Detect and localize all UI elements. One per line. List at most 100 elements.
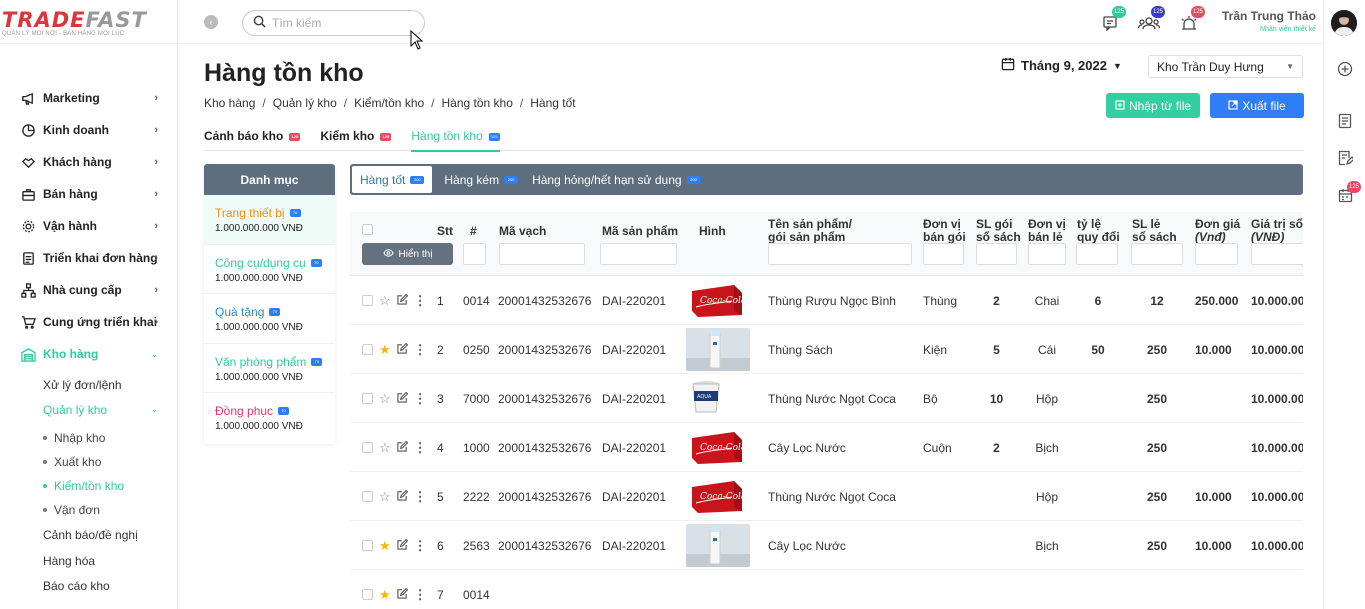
user-name: Trần Trung Thảo (1221, 9, 1316, 23)
sidebar-item-kinh-doanh[interactable]: Kinh doanh › (0, 114, 178, 146)
star-icon[interactable]: ★ (379, 538, 391, 554)
submenu-canh-bao[interactable]: Cảnh báo/đề nghị (0, 522, 178, 548)
star-icon[interactable]: ☆ (379, 489, 391, 505)
more-options-icon[interactable]: ⋮ (414, 293, 427, 309)
chevron-down-icon: ⌄ (151, 405, 158, 414)
category-item[interactable]: Đồng phục 70 1.000.000.000 VNĐ (204, 393, 335, 443)
filter-don-gia[interactable] (1195, 243, 1238, 265)
submenu-nhap-kho[interactable]: Nhập kho (0, 426, 178, 450)
tab-hang-ton-kho[interactable]: Hàng tồn kho 125 (411, 129, 501, 152)
breadcrumb-item[interactable]: Kiểm/tồn kho (354, 96, 424, 110)
sidebar-item-kho-hang[interactable]: Kho hàng ⌄ (0, 338, 178, 370)
star-icon[interactable]: ☆ (379, 440, 391, 456)
tab-hang-hong[interactable]: Hàng hỏng/hết hạn sử dụng 200 (530, 166, 712, 193)
warehouse-select[interactable]: Kho Trần Duy Hưng ▼ (1148, 55, 1303, 78)
submenu-xuat-kho[interactable]: Xuất kho (0, 450, 178, 474)
add-button[interactable] (1336, 61, 1354, 79)
sidebar-item-marketing[interactable]: Marketing › (0, 82, 178, 114)
filter-sl-goi[interactable] (976, 243, 1017, 265)
edit-icon[interactable] (397, 440, 408, 455)
submenu-van-don[interactable]: Vận đơn (0, 498, 178, 522)
row-checkbox[interactable] (362, 393, 373, 404)
submenu-hang-hoa[interactable]: Hàng hóa (0, 548, 178, 574)
more-options-icon[interactable]: ⋮ (414, 391, 427, 407)
table-row[interactable]: ★ ⋮ 7 0014 (350, 570, 1303, 609)
sidebar-item-cung-ung[interactable]: Cung ứng triển khai › (0, 306, 178, 338)
more-options-icon[interactable]: ⋮ (414, 538, 427, 554)
edit-icon[interactable] (397, 293, 408, 308)
users-button[interactable]: 125 (1137, 6, 1165, 34)
export-file-button[interactable]: Xuất file (1210, 93, 1304, 118)
sidebar-item-van-hanh[interactable]: Vận hành › (0, 210, 178, 242)
star-icon[interactable]: ★ (379, 342, 391, 358)
star-icon[interactable]: ☆ (379, 293, 391, 309)
filter-barcode[interactable] (499, 243, 585, 265)
filter-sl-le[interactable] (1131, 243, 1183, 265)
row-checkbox[interactable] (362, 442, 373, 453)
filter-code[interactable] (600, 243, 677, 265)
edit-notes-button[interactable] (1336, 150, 1355, 168)
category-item[interactable]: Quà tặng 70 1.000.000.000 VNĐ (204, 294, 335, 344)
row-checkbox[interactable] (362, 344, 373, 355)
breadcrumb-item[interactable]: Quản lý kho (273, 96, 337, 110)
show-columns-button[interactable]: Hiển thị (362, 243, 453, 265)
edit-icon[interactable] (397, 587, 408, 602)
category-item[interactable]: Công cụ/dụng cụ 70 1.000.000.000 VNĐ (204, 244, 335, 294)
filter-name[interactable] (768, 243, 912, 265)
more-options-icon[interactable]: ⋮ (414, 342, 427, 358)
row-checkbox[interactable] (362, 540, 373, 551)
more-options-icon[interactable]: ⋮ (414, 587, 427, 603)
collapse-sidebar-button[interactable]: ‹ (204, 15, 218, 29)
submenu-kiem-ton-kho[interactable]: Kiểm/tồn kho (0, 474, 178, 498)
row-checkbox[interactable] (362, 491, 373, 502)
breadcrumb-item[interactable]: Kho hàng (204, 96, 255, 110)
row-checkbox[interactable] (362, 295, 373, 306)
filter-ty-le[interactable] (1076, 243, 1118, 265)
calendar-button[interactable]: 125 (1336, 181, 1361, 206)
avatar[interactable] (1331, 10, 1357, 36)
table-row[interactable]: ☆ ⋮ 4 1000 20001432532676 DAI-220201 Cây Lọc N… (350, 423, 1303, 472)
table-row[interactable]: ☆ ⋮ 5 2222 20001432532676 DAI-220201 Thùng Nướ… (350, 472, 1303, 521)
sidebar-item-nha-cung-cap[interactable]: Nhà cung cấp › (0, 274, 178, 306)
tab-hang-kem[interactable]: Hàng kém 200 (432, 166, 530, 193)
filter-dv-goi[interactable] (923, 243, 964, 265)
more-options-icon[interactable]: ⋮ (414, 440, 427, 456)
tab-canh-bao-kho[interactable]: Cảnh báo kho 125 (204, 129, 301, 151)
import-file-button[interactable]: Nhập từ file (1106, 93, 1200, 118)
edit-icon[interactable] (397, 391, 408, 406)
filter-gia-tri[interactable] (1251, 243, 1303, 265)
user-info[interactable]: Trần Trung Thảo Nhân viên thiết kế (1222, 9, 1316, 33)
search-input[interactable] (272, 16, 412, 30)
tab-hang-tot[interactable]: Hàng tốt 200 (352, 166, 433, 193)
tab-kiem-kho[interactable]: Kiểm kho 125 (320, 129, 392, 151)
breadcrumb-item[interactable]: Hàng tồn kho (442, 96, 513, 110)
chat-button[interactable]: 125 (1100, 6, 1126, 34)
row-checkbox[interactable] (362, 589, 373, 600)
alerts-button[interactable]: 125 (1179, 6, 1205, 34)
edit-icon[interactable] (397, 538, 408, 553)
submenu-bao-cao[interactable]: Báo cáo kho (0, 574, 178, 598)
category-item[interactable]: Văn phòng phẩm 70 1.000.000.000 VNĐ (204, 343, 335, 393)
sidebar-item-trien-khai[interactable]: Triển khai đơn hàng › (0, 242, 178, 274)
sidebar-item-ban-hang[interactable]: Bán hàng › (0, 178, 178, 210)
month-picker[interactable]: Tháng 9, 2022 ▼ (1001, 57, 1122, 74)
submenu-quan-ly-kho[interactable]: Quản lý kho ⌄ (0, 397, 178, 422)
filter-num[interactable] (463, 243, 486, 265)
more-options-icon[interactable]: ⋮ (414, 489, 427, 505)
filter-dv-le[interactable] (1028, 243, 1066, 265)
table-row[interactable]: ☆ ⋮ 3 7000 20001432532676 DAI-220201 Thùng Nướ… (350, 374, 1303, 423)
search-box[interactable] (242, 10, 425, 36)
category-item[interactable]: Trang thiết bị 70 1.000.000.000 VNĐ (204, 195, 335, 245)
submenu-xu-ly[interactable]: Xử lý đơn/lệnh (0, 372, 178, 397)
star-icon[interactable]: ★ (379, 587, 391, 603)
edit-icon[interactable] (397, 489, 408, 504)
select-all-checkbox[interactable] (362, 224, 373, 235)
logo[interactable]: TRADEFAST QUẢN LÝ MỌI NƠI - BÁN HÀNG MỌI… (0, 0, 177, 44)
edit-icon[interactable] (397, 342, 408, 357)
table-row[interactable]: ★ ⋮ 6 2563 20001432532676 DAI-220201 Cây Lọc N… (350, 521, 1303, 570)
star-icon[interactable]: ☆ (379, 391, 391, 407)
table-row[interactable]: ☆ ⋮ 1 0014 20001432532676 DAI-220201 Thùng Rượ… (350, 276, 1303, 325)
table-row[interactable]: ★ ⋮ 2 0250 20001432532676 DAI-220201 Thùng Sác… (350, 325, 1303, 374)
notes-button[interactable] (1336, 113, 1354, 131)
sidebar-item-khach-hang[interactable]: Khách hàng › (0, 146, 178, 178)
